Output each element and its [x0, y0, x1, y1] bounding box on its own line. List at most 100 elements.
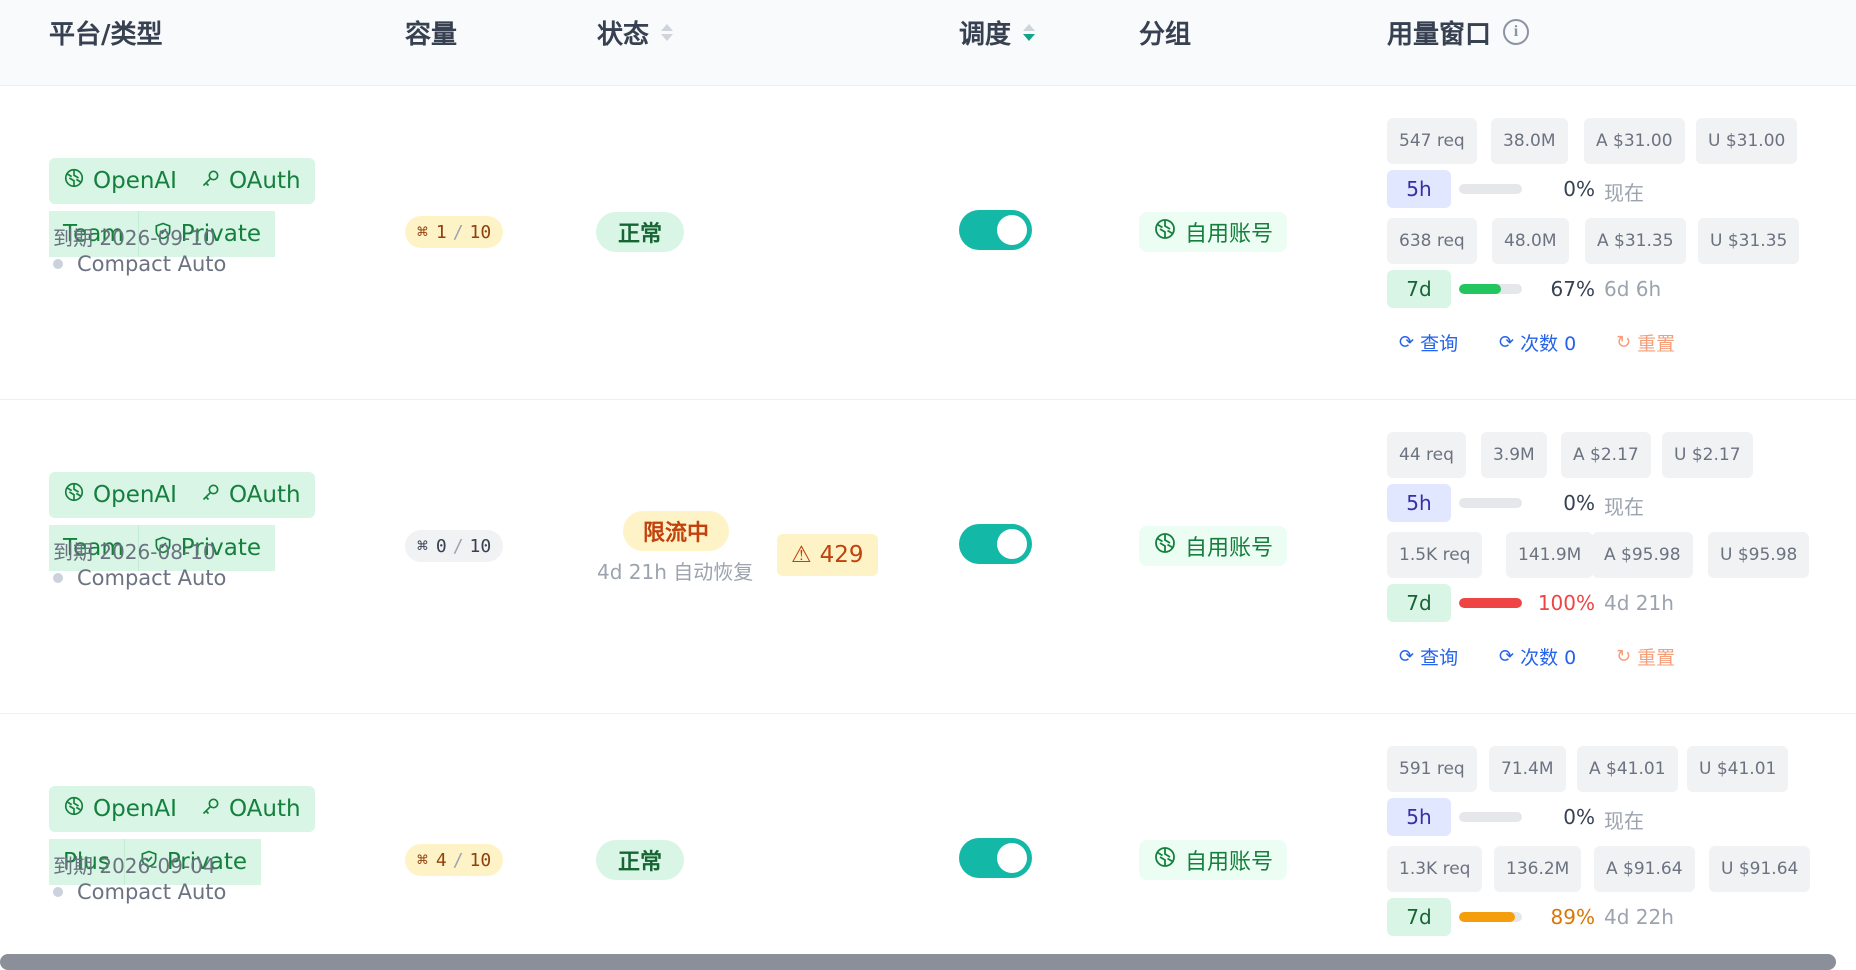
usage-requests: 638 req [1387, 218, 1477, 264]
table-header: 平台/类型 容量 状态 调度 分组 用量窗口 i [0, 0, 1856, 86]
count-button[interactable]: ⟳ 次数 0 [1499, 329, 1576, 356]
window-5h-bar [1459, 498, 1522, 508]
window-7d-reset: 4d 21h [1604, 591, 1674, 615]
table-row: OpenAI OAuth Plus Private 到期 2026-09-04 … [0, 714, 1856, 970]
usage-requests: 1.5K req [1387, 532, 1483, 578]
status-badge: 正常 [596, 212, 685, 252]
info-icon[interactable]: i [1503, 19, 1530, 45]
usage-requests: 591 req [1387, 746, 1477, 792]
usage-user-cost: U $31.35 [1698, 218, 1800, 264]
window-5h-bar [1459, 812, 1522, 822]
grid-icon: ⌘ [417, 535, 428, 557]
count-button[interactable]: ⟳ 次数 0 [1499, 643, 1576, 670]
sort-icon[interactable] [661, 23, 674, 41]
window-5h-tag: 5h [1387, 484, 1451, 522]
window-7d-tag: 7d [1387, 270, 1451, 308]
usage-requests: 1.3K req [1387, 846, 1483, 892]
openai-icon [63, 167, 85, 195]
window-7d-percent: 67% [1550, 277, 1595, 301]
schedule-toggle[interactable] [959, 838, 1032, 878]
capacity-badge: ⌘ 1/10 [405, 216, 504, 248]
warning-icon: ⚠ [791, 542, 812, 568]
status-badge: 正常 [596, 840, 685, 880]
key-icon [201, 796, 221, 822]
window-5h-percent: 0% [1563, 177, 1595, 201]
window-7d-percent: 100% [1537, 591, 1595, 615]
group-badge: 自用账号 [1139, 212, 1288, 252]
reset-button[interactable]: ↻ 重置 [1616, 643, 1675, 670]
platform-badge: OpenAI OAuth [49, 158, 315, 204]
usage-user-cost: U $91.64 [1709, 846, 1811, 892]
window-5h-reset: 现在 [1604, 809, 1644, 833]
window-7d-tag: 7d [1387, 584, 1451, 622]
refresh-icon: ⟳ [1399, 646, 1415, 667]
header-group: 分组 [1139, 19, 1192, 50]
usage-account-cost: A $41.01 [1577, 746, 1678, 792]
capacity-badge: ⌘ 4/10 [405, 844, 504, 876]
usage-user-cost: U $41.01 [1687, 746, 1789, 792]
group-badge: 自用账号 [1139, 526, 1288, 566]
schedule-toggle[interactable] [959, 524, 1032, 564]
usage-user-cost: U $95.98 [1708, 532, 1810, 578]
window-5h-tag: 5h [1387, 798, 1451, 836]
header-usage: 用量窗口 i [1387, 0, 1530, 64]
query-button[interactable]: ⟳ 查询 [1399, 329, 1458, 356]
window-5h-reset: 现在 [1604, 495, 1644, 519]
openai-icon [1153, 531, 1177, 561]
grid-icon: ⌘ [417, 221, 428, 243]
usage-account-cost: A $2.17 [1561, 432, 1651, 478]
header-platform: 平台/类型 [49, 19, 163, 50]
window-7d-bar [1459, 912, 1522, 922]
table-row: OpenAI OAuth Team Private 到期 2026-09-10 … [0, 86, 1856, 400]
auto-recover-text: 4d 21h 自动恢复 [597, 560, 754, 584]
sort-icon[interactable] [1023, 23, 1036, 41]
window-7d-bar [1459, 598, 1522, 608]
usage-tokens: 48.0M [1492, 218, 1569, 264]
usage-requests: 44 req [1387, 432, 1466, 478]
usage-tokens: 38.0M [1491, 118, 1568, 164]
usage-tokens: 71.4M [1489, 746, 1566, 792]
window-7d-tag: 7d [1387, 898, 1451, 936]
openai-icon [63, 795, 85, 823]
window-5h-percent: 0% [1563, 491, 1595, 515]
platform-badge: OpenAI OAuth [49, 472, 315, 518]
key-icon [201, 482, 221, 508]
window-7d-reset: 6d 6h [1604, 277, 1662, 301]
window-5h-percent: 0% [1563, 805, 1595, 829]
schedule-toggle[interactable] [959, 210, 1032, 250]
openai-icon [63, 481, 85, 509]
horizontal-scrollbar[interactable] [0, 954, 1836, 970]
usage-user-cost: U $2.17 [1662, 432, 1753, 478]
mode-label: Compact Auto [53, 252, 226, 276]
window-7d-percent: 89% [1550, 905, 1595, 929]
header-status[interactable]: 状态 [597, 0, 674, 64]
usage-tokens: 3.9M [1481, 432, 1547, 478]
usage-account-cost: A $91.64 [1594, 846, 1695, 892]
refresh-icon: ⟳ [1399, 332, 1415, 353]
window-5h-bar [1459, 184, 1522, 194]
status-badge: 限流中 [623, 511, 730, 551]
group-badge: 自用账号 [1139, 840, 1288, 880]
usage-requests: 547 req [1387, 118, 1477, 164]
query-button[interactable]: ⟳ 查询 [1399, 643, 1458, 670]
mode-label: Compact Auto [53, 566, 226, 590]
window-5h-reset: 现在 [1604, 181, 1644, 205]
usage-user-cost: U $31.00 [1696, 118, 1798, 164]
key-icon [201, 168, 221, 194]
usage-account-cost: A $95.98 [1592, 532, 1693, 578]
capacity-badge: ⌘ 0/10 [405, 530, 504, 562]
usage-account-cost: A $31.35 [1585, 218, 1686, 264]
openai-icon [1153, 845, 1177, 875]
window-5h-tag: 5h [1387, 170, 1451, 208]
window-7d-bar [1459, 284, 1522, 294]
refresh-icon: ⟳ [1499, 646, 1515, 667]
usage-account-cost: A $31.00 [1584, 118, 1685, 164]
window-7d-reset: 4d 22h [1604, 905, 1674, 929]
openai-icon [1153, 217, 1177, 247]
reset-button[interactable]: ↻ 重置 [1616, 329, 1675, 356]
header-schedule[interactable]: 调度 [959, 0, 1036, 64]
grid-icon: ⌘ [417, 849, 428, 871]
platform-badge: OpenAI OAuth [49, 786, 315, 832]
mode-label: Compact Auto [53, 880, 226, 904]
expire-date: 到期 2026-09-10 [53, 226, 216, 250]
